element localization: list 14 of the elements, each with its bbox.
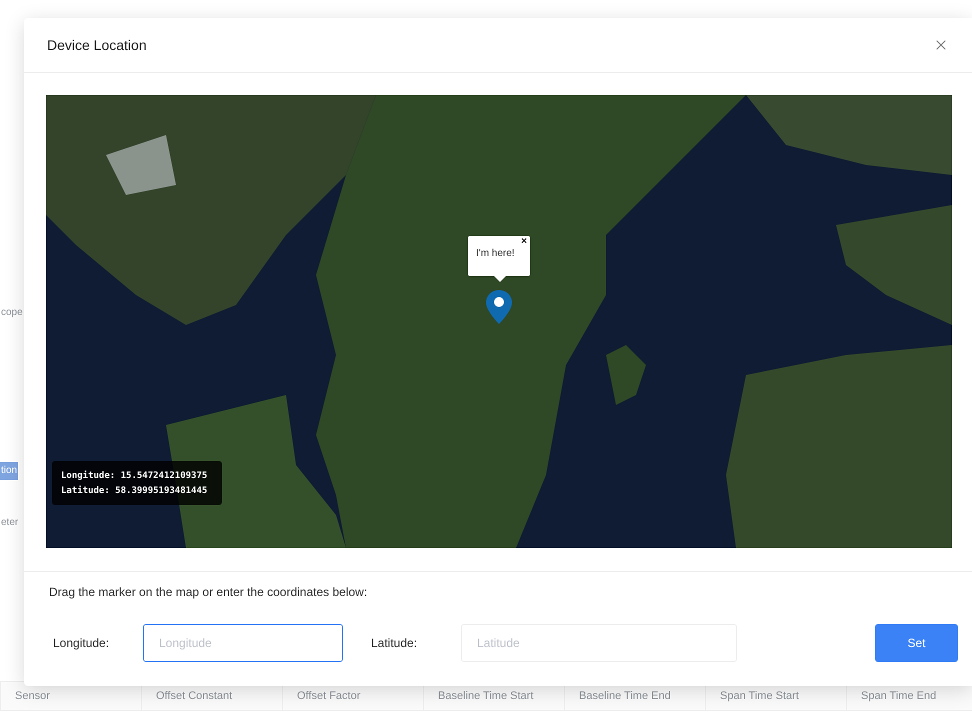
input-field[interactable]: Longitude <box>143 624 343 662</box>
field-label: Longitude: <box>53 635 110 652</box>
map-marker-icon[interactable] <box>486 290 512 324</box>
dialog-title: Device Location <box>47 36 147 54</box>
menu-item-text[interactable]: cope <box>0 304 24 322</box>
field-label: Latitude: <box>371 635 418 652</box>
coordinate-text: Longitude: 15.5472412109375 <box>61 470 208 482</box>
popup-close-button[interactable]: × <box>521 236 527 248</box>
set-button[interactable]: Set <box>875 624 958 662</box>
menu-item-text[interactable]: eter <box>0 514 20 532</box>
coordinate-text: Latitude: 58.39995193481445 <box>61 484 208 496</box>
menu-item-text[interactable]: tion <box>0 462 18 480</box>
instruction-text: Drag the marker on the map or enter the coordinates below: <box>49 584 368 600</box>
popup-text: I'm here! <box>476 247 515 261</box>
